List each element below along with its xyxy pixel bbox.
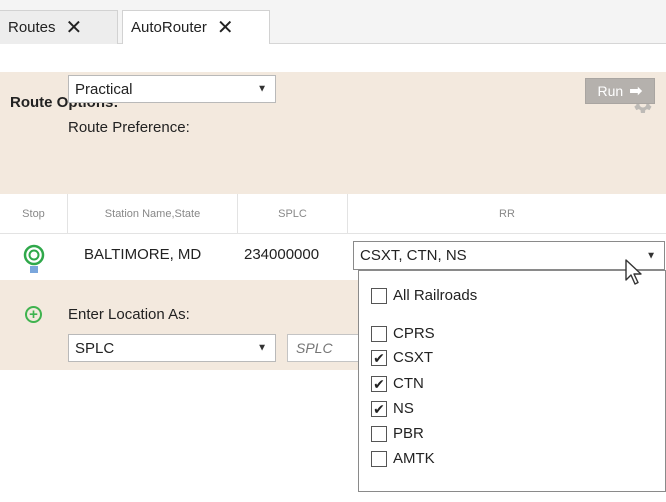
chevron-down-icon: ▼ <box>257 342 267 354</box>
route-preference-select[interactable]: Practical ▼ <box>68 75 276 103</box>
railroad-option-label: CTN <box>393 375 424 392</box>
checkbox[interactable] <box>371 325 387 342</box>
railroad-option-label: AMTK <box>393 450 435 467</box>
tab-strip: Routes ✕ AutoRouter ✕ <box>0 0 666 44</box>
close-icon[interactable]: ✕ <box>217 18 234 38</box>
mouse-cursor-icon <box>625 259 642 285</box>
column-header-station: Station Name,State <box>68 194 238 234</box>
tab-routes[interactable]: Routes ✕ <box>0 10 118 44</box>
tab-routes-label: Routes <box>8 19 56 36</box>
all-railroads-label: All Railroads <box>393 287 478 304</box>
railroad-option-label: CPRS <box>393 325 435 342</box>
route-preference-value: Practical <box>75 80 133 98</box>
checkbox-checked[interactable]: ✔ <box>371 400 387 417</box>
checkbox-checked[interactable]: ✔ <box>371 375 387 392</box>
column-header-splc: SPLC <box>238 194 348 234</box>
route-preference-label: Route Preference: <box>68 119 190 136</box>
origin-marker-icon <box>23 244 45 273</box>
railroad-select-value: CSXT, CTN, NS <box>360 247 467 264</box>
tab-autorouter[interactable]: AutoRouter ✕ <box>122 10 270 44</box>
splc-cell: 234000000 <box>244 246 320 263</box>
checkbox[interactable] <box>371 287 387 304</box>
railroad-option-ns[interactable]: ✔ NS <box>371 400 414 417</box>
railroad-dropdown: All Railroads CPRS ✔ CSXT ✔ CTN ✔ NS PBR… <box>358 270 666 492</box>
railroad-option-amtk[interactable]: AMTK <box>371 450 435 467</box>
tab-autorouter-label: AutoRouter <box>131 19 207 36</box>
checkbox-checked[interactable]: ✔ <box>371 349 387 366</box>
run-button-label: Run <box>597 83 624 99</box>
railroad-option-label: NS <box>393 400 414 417</box>
railroad-option-pbr[interactable]: PBR <box>371 425 424 442</box>
checkbox[interactable] <box>371 425 387 442</box>
chevron-down-icon: ▼ <box>646 250 656 261</box>
railroad-option-label: PBR <box>393 425 424 442</box>
chevron-down-icon: ▼ <box>257 83 267 95</box>
railroad-option-csxt[interactable]: ✔ CSXT <box>371 349 433 366</box>
column-header-stop: Stop <box>0 194 68 234</box>
railroad-select[interactable]: CSXT, CTN, NS ▼ <box>353 241 665 270</box>
railroad-option-ctn[interactable]: ✔ CTN <box>371 375 424 392</box>
all-railroads-option[interactable]: All Railroads <box>371 287 477 304</box>
station-name-cell: BALTIMORE, MD <box>84 246 202 263</box>
add-icon[interactable]: + <box>25 306 42 323</box>
location-type-select[interactable]: SPLC ▼ <box>68 334 276 362</box>
railroad-option-label: CSXT <box>393 349 434 366</box>
column-header-rr: RR <box>348 194 666 234</box>
splc-input[interactable] <box>287 334 367 362</box>
close-icon[interactable]: ✕ <box>66 18 83 38</box>
arrow-right-icon: ➡ <box>629 83 643 100</box>
location-type-value: SPLC <box>75 339 115 357</box>
enter-location-label: Enter Location As: <box>68 306 190 323</box>
run-button[interactable]: Run ➡ <box>585 78 655 104</box>
checkbox[interactable] <box>371 450 387 467</box>
railroad-option-cprs[interactable]: CPRS <box>371 325 435 342</box>
